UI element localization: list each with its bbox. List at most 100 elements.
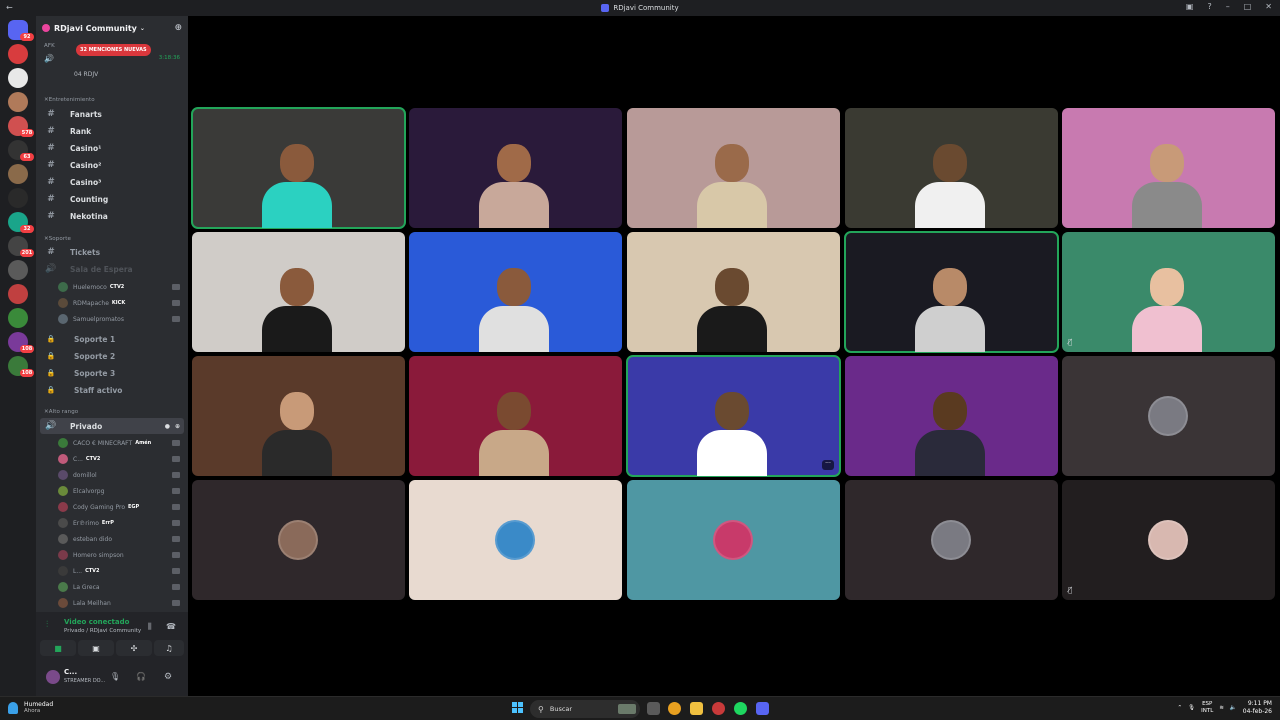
video-tile[interactable] [845, 356, 1058, 476]
language-indicator[interactable]: ESP INTL [1201, 701, 1213, 715]
spotify-icon[interactable] [734, 702, 747, 715]
avatar-tile[interactable] [409, 480, 622, 600]
channel-tickets[interactable]: # Tickets [36, 244, 188, 260]
video-tile[interactable] [409, 108, 622, 228]
microphone-icon[interactable]: 🎙 [110, 672, 120, 681]
more-options-icon[interactable]: ··· [822, 460, 834, 470]
settings-gear-icon[interactable]: ⚙ [164, 672, 172, 682]
voice-user[interactable]: RDMapache KICK [36, 295, 188, 311]
avatar-tile[interactable] [1062, 356, 1275, 476]
video-tile[interactable] [192, 232, 405, 352]
task-view-icon[interactable] [647, 702, 660, 715]
server-icon[interactable] [8, 284, 28, 304]
participant-avatar [713, 520, 753, 560]
locked-channel[interactable]: 🔒 Soporte 2 [36, 348, 188, 364]
microphone-tray-icon[interactable]: 🎙 [1188, 705, 1195, 711]
server-icon[interactable] [8, 260, 28, 280]
voice-user[interactable]: C... CTV2 [36, 451, 188, 467]
start-button[interactable] [512, 702, 524, 714]
taskbar-search[interactable]: ⚲ Buscar [530, 700, 640, 718]
channel-sala-de-espera[interactable]: 🔊 Sala de Espera [36, 261, 188, 277]
voice-user[interactable]: Samuelpromatos [36, 311, 188, 327]
add-member-icon[interactable]: ⊕ [175, 423, 180, 430]
activities-button[interactable]: ✣ [116, 640, 152, 656]
video-tile[interactable] [192, 356, 405, 476]
discord-taskbar-icon[interactable] [756, 702, 769, 715]
channel-item[interactable]: # Rank [36, 123, 188, 139]
soundboard-button[interactable]: ♫ [154, 640, 184, 656]
weather-widget[interactable]: Humedad Ahora [8, 701, 53, 714]
server-icon[interactable] [8, 188, 28, 208]
afk-user[interactable]: 04 RDJV [36, 66, 188, 82]
video-tile[interactable] [191, 107, 406, 229]
channel-privado[interactable]: 🔊 Privado ● ⊕ [40, 418, 184, 434]
server-icon[interactable] [8, 308, 28, 328]
server-icon[interactable] [8, 44, 28, 64]
locked-channel[interactable]: 🔒 Soporte 3 [36, 365, 188, 381]
volume-icon[interactable]: 🔈 [1230, 705, 1237, 711]
chevron-up-icon[interactable]: ⌃ [1178, 705, 1183, 711]
channel-item[interactable]: # Counting [36, 191, 188, 207]
channel-item[interactable]: # Casino³ [36, 174, 188, 190]
voice-user[interactable]: Er℗rimo ErrP [36, 515, 188, 531]
maximize-button[interactable]: □ [1244, 2, 1252, 11]
video-tile[interactable] [409, 232, 622, 352]
server-icon[interactable] [8, 92, 28, 112]
locked-channel[interactable]: 🔒 Staff activo [36, 382, 188, 398]
video-tile[interactable]: 🎙̸ [1062, 232, 1275, 352]
clock[interactable]: 9:11 PM 04-feb-26 [1243, 700, 1272, 716]
minimize-button[interactable]: – [1226, 2, 1230, 11]
voice-user[interactable]: Homero simpson [36, 547, 188, 563]
video-tile[interactable] [845, 108, 1058, 228]
video-tile[interactable] [627, 232, 840, 352]
server-icon[interactable] [8, 68, 28, 88]
chat-icon[interactable]: ● [165, 423, 170, 430]
voice-user[interactable]: Huelemoco CTV2 [36, 279, 188, 295]
voice-user[interactable]: esteban dido [36, 531, 188, 547]
camera-button[interactable]: ■ [40, 640, 76, 656]
server-icon[interactable] [8, 164, 28, 184]
participant-video [262, 136, 332, 228]
voice-location[interactable]: Privado / RDjavi Community [64, 628, 141, 634]
channel-item[interactable]: # Casino² [36, 157, 188, 173]
afk-channel-row[interactable]: 🔊 3:18:36 [36, 50, 188, 66]
channel-item[interactable]: # Casino¹ [36, 140, 188, 156]
voice-user[interactable]: L... CTV2 [36, 563, 188, 579]
video-tile[interactable] [627, 108, 840, 228]
voice-user[interactable]: Elcalvorpg [36, 483, 188, 499]
video-tile[interactable]: ··· [626, 355, 841, 477]
chrome-icon[interactable] [668, 702, 681, 715]
unread-badge: 63 [20, 153, 34, 161]
guild-header[interactable]: RDjavi Community ⌄ ⊕ [36, 16, 188, 40]
screen-share-button[interactable]: ▣ [78, 640, 114, 656]
close-button[interactable]: ✕ [1265, 2, 1272, 11]
user-avatar[interactable] [46, 670, 60, 684]
channel-item[interactable]: # Fanarts [36, 106, 188, 122]
avatar-tile[interactable] [845, 480, 1058, 600]
inbox-icon[interactable]: ▣ [1186, 2, 1194, 11]
disconnect-icon[interactable]: ☎ [166, 622, 176, 631]
add-member-icon[interactable]: ⊕ [174, 23, 182, 33]
wifi-icon[interactable]: ≋ [1219, 705, 1224, 711]
headphones-icon[interactable]: 🎧 [136, 672, 146, 681]
voice-user[interactable]: CACO € MINECRAFT Amén [36, 435, 188, 451]
video-tile[interactable] [844, 231, 1059, 353]
back-arrow-icon[interactable]: ← [6, 3, 13, 12]
app-icon[interactable] [712, 702, 725, 715]
voice-user[interactable]: Cody Gaming Pro EGP [36, 499, 188, 515]
signal-icon[interactable]: ⫶ [46, 620, 48, 630]
file-explorer-icon[interactable] [690, 702, 703, 715]
voice-user[interactable]: La Greca [36, 579, 188, 595]
voice-user[interactable]: domillol [36, 467, 188, 483]
avatar-tile[interactable] [192, 480, 405, 600]
avatar-tile[interactable]: 🎙̸ [1062, 480, 1275, 600]
locked-channel[interactable]: 🔒 Soporte 1 [36, 331, 188, 347]
help-icon[interactable]: ? [1207, 2, 1211, 11]
noise-suppression-icon[interactable]: ⫼ [148, 622, 152, 632]
channel-item[interactable]: # Nekotina [36, 208, 188, 224]
video-tile[interactable] [409, 356, 622, 476]
avatar-tile[interactable] [627, 480, 840, 600]
video-tile[interactable] [1062, 108, 1275, 228]
voice-user[interactable]: Lala Meilhan [36, 595, 188, 611]
lock-icon: 🔒 [46, 335, 56, 343]
